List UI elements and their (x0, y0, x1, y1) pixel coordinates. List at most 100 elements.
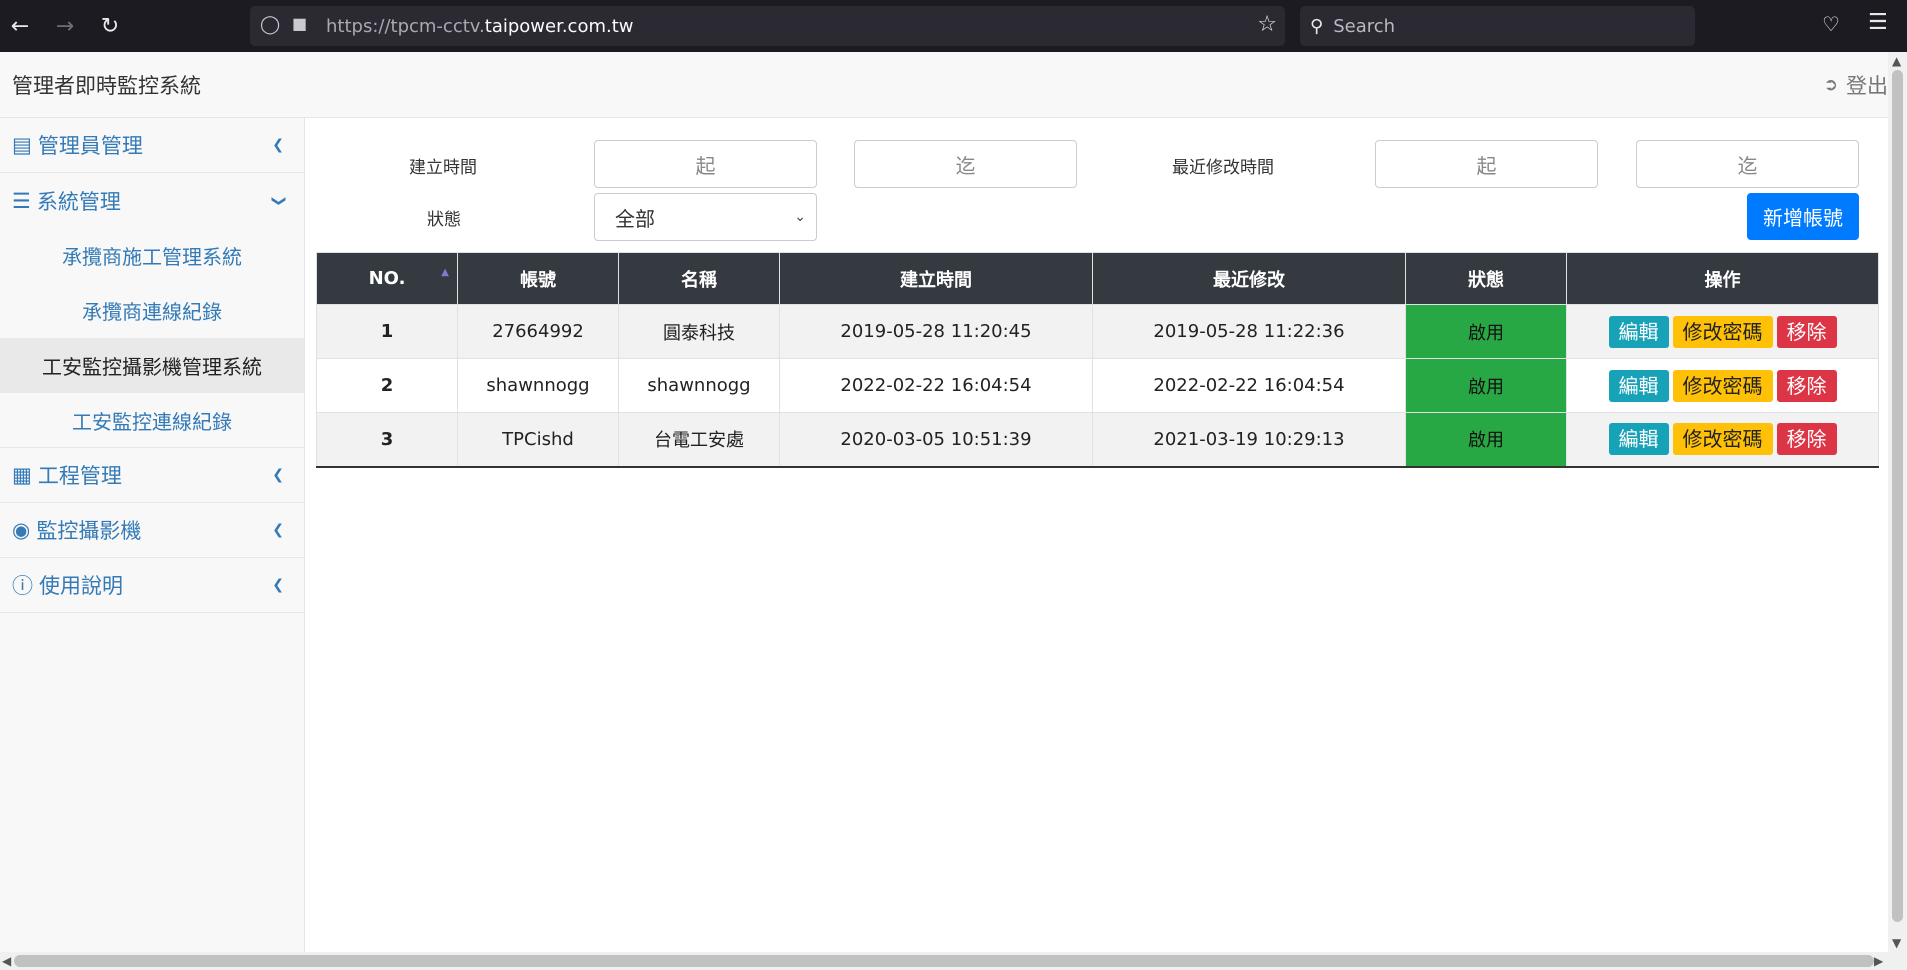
cell-actions: 編輯 修改密碼 移除 (1566, 304, 1879, 359)
cell-name: 圓泰科技 (618, 304, 780, 359)
building-icon: ▦ (12, 463, 32, 487)
delete-button[interactable]: 移除 (1776, 369, 1837, 402)
sidebar-item-admin[interactable]: ▤ 管理員管理 ❮ (0, 118, 304, 173)
sidebar-item-label: 系統管理 (36, 189, 121, 214)
camera-icon: ◉ (12, 518, 31, 542)
status-select-value: 全部 (615, 206, 655, 231)
search-placeholder: Search (1333, 15, 1396, 37)
logout-icon: ➲ (1823, 75, 1838, 95)
sidebar-item-label: 使用說明 (39, 574, 123, 598)
vertical-scroll-thumb[interactable] (1892, 70, 1903, 922)
cell-actions: 編輯 修改密碼 移除 (1566, 412, 1879, 468)
browser-toolbar: ← → ↻ ◯ ■ https://tpcm-cctv.taipower.com… (0, 0, 1907, 52)
add-account-button[interactable]: 新增帳號 (1747, 193, 1859, 240)
cell-modified: 2022-02-22 16:04:54 (1092, 358, 1406, 413)
list-icon: ☰ (12, 188, 31, 213)
chevron-down-icon: ⌄ (794, 209, 806, 225)
app-title: 管理者即時監控系統 (12, 74, 201, 98)
table-header-row: NO. ▲ 帳號 名稱 建立時間 最近修改 狀態 操作 (316, 252, 1879, 305)
cell-modified: 2021-03-19 10:29:13 (1092, 412, 1406, 468)
created-time-label: 建立時間 (409, 158, 477, 178)
cell-no: 1 (316, 304, 458, 359)
cell-created: 2019-05-28 11:20:45 (779, 304, 1093, 359)
status-badge: 啟用 (1405, 358, 1567, 413)
sidebar-item-cameras[interactable]: ◉ 監控攝影機 ❮ (0, 503, 304, 558)
lock-icon: ■ (292, 14, 308, 33)
chevron-left-icon: ❮ (272, 577, 284, 593)
sidebar-item-help[interactable]: ⓘ 使用說明 ❮ (0, 558, 304, 613)
delete-button[interactable]: 移除 (1776, 423, 1837, 456)
cell-actions: 編輯 修改密碼 移除 (1566, 358, 1879, 413)
bookmark-star-icon[interactable]: ☆ (1257, 12, 1277, 37)
chevron-left-icon: ❮ (272, 137, 284, 153)
change-password-button[interactable]: 修改密碼 (1672, 423, 1773, 456)
app-header: 管理者即時監控系統 ➲ 登出 (0, 52, 1888, 118)
sidebar-item-label: 監控攝影機 (36, 519, 142, 543)
sidebar-sub-contractor-system[interactable]: 承攬商施工管理系統 (0, 228, 304, 283)
cell-no: 3 (316, 412, 458, 468)
status-badge: 啟用 (1405, 304, 1567, 359)
cell-no: 2 (316, 358, 458, 413)
address-bar[interactable]: ◯ ■ https://tpcm-cctv.taipower.com.tw ☆ (250, 6, 1285, 46)
column-header-actions: 操作 (1566, 252, 1879, 305)
pocket-icon[interactable]: ♡ (1822, 12, 1840, 36)
status-select[interactable]: 全部 ⌄ (594, 193, 817, 241)
modified-from-input[interactable]: 起 (1375, 140, 1598, 188)
sidebar: ▤ 管理員管理 ❮ ☰ 系統管理 ❮ 承攬商施工管理系統 承攬商連線紀錄 工安監… (0, 118, 305, 952)
sidebar-sub-camera-management[interactable]: 工安監控攝影機管理系統 (0, 338, 304, 393)
url-text: https://tpcm-cctv.taipower.com.tw (326, 16, 634, 37)
cell-created: 2022-02-22 16:04:54 (779, 358, 1093, 413)
url-domain: taipower.com.tw (484, 15, 634, 37)
scroll-up-icon[interactable]: ▲ (1892, 54, 1901, 68)
cell-account: 27664992 (457, 304, 619, 359)
cell-account: TPCishd (457, 412, 619, 468)
table-row: 2 shawnnogg shawnnogg 2022-02-22 16:04:5… (316, 358, 1879, 413)
scroll-right-icon[interactable]: ▶ (1874, 954, 1883, 968)
created-to-input[interactable]: 迄 (854, 140, 1077, 188)
column-header-name: 名稱 (618, 252, 780, 305)
cell-name: 台電工安處 (618, 412, 780, 468)
cell-account: shawnnogg (457, 358, 619, 413)
sidebar-item-label: 工程管理 (37, 464, 122, 488)
scroll-left-icon[interactable]: ◀ (2, 954, 11, 968)
status-badge: 啟用 (1405, 412, 1567, 468)
column-header-created: 建立時間 (779, 252, 1093, 305)
url-prefix: https://tpcm-cctv. (326, 15, 485, 37)
menu-icon[interactable]: ☰ (1868, 10, 1888, 35)
vertical-scrollbar[interactable]: ▲ ▼ (1888, 52, 1907, 952)
browser-search[interactable]: ⚲ Search (1300, 6, 1695, 46)
column-header-no[interactable]: NO. ▲ (316, 252, 458, 305)
table-row: 1 27664992 圓泰科技 2019-05-28 11:20:45 2019… (316, 304, 1879, 359)
sidebar-item-engineering[interactable]: ▦ 工程管理 ❮ (0, 448, 304, 503)
bar-chart-icon: ▤ (12, 133, 32, 157)
search-icon: ⚲ (1310, 15, 1324, 37)
created-from-input[interactable]: 起 (594, 140, 817, 188)
cell-created: 2020-03-05 10:51:39 (779, 412, 1093, 468)
chevron-left-icon: ❮ (272, 522, 284, 538)
edit-button[interactable]: 編輯 (1608, 423, 1669, 456)
edit-button[interactable]: 編輯 (1608, 369, 1669, 402)
sidebar-item-system[interactable]: ☰ 系統管理 ❮ (0, 173, 304, 228)
scroll-down-icon[interactable]: ▼ (1892, 936, 1901, 950)
forward-icon[interactable]: → (45, 6, 85, 46)
horizontal-scroll-thumb[interactable] (14, 955, 1874, 967)
change-password-button[interactable]: 修改密碼 (1672, 315, 1773, 348)
chevron-left-icon: ❮ (272, 467, 284, 483)
logout-link[interactable]: ➲ 登出 (1824, 70, 1888, 100)
accounts-table: NO. ▲ 帳號 名稱 建立時間 最近修改 狀態 操作 1 27664992 圓泰… (316, 252, 1879, 468)
column-header-status: 狀態 (1405, 252, 1567, 305)
edit-button[interactable]: 編輯 (1608, 315, 1669, 348)
reload-icon[interactable]: ↻ (90, 6, 130, 46)
cell-modified: 2019-05-28 11:22:36 (1092, 304, 1406, 359)
horizontal-scrollbar[interactable]: ◀ ▶ (0, 952, 1907, 970)
delete-button[interactable]: 移除 (1776, 315, 1837, 348)
status-label: 狀態 (427, 210, 461, 230)
shield-icon: ◯ (260, 14, 281, 35)
change-password-button[interactable]: 修改密碼 (1672, 369, 1773, 402)
column-header-modified: 最近修改 (1092, 252, 1406, 305)
modified-to-input[interactable]: 迄 (1636, 140, 1859, 188)
back-icon[interactable]: ← (0, 6, 40, 46)
table-row: 3 TPCishd 台電工安處 2020-03-05 10:51:39 2021… (316, 412, 1879, 468)
sidebar-sub-contractor-log[interactable]: 承攬商連線紀錄 (0, 283, 304, 338)
sidebar-sub-monitor-log[interactable]: 工安監控連線紀錄 (0, 393, 304, 448)
